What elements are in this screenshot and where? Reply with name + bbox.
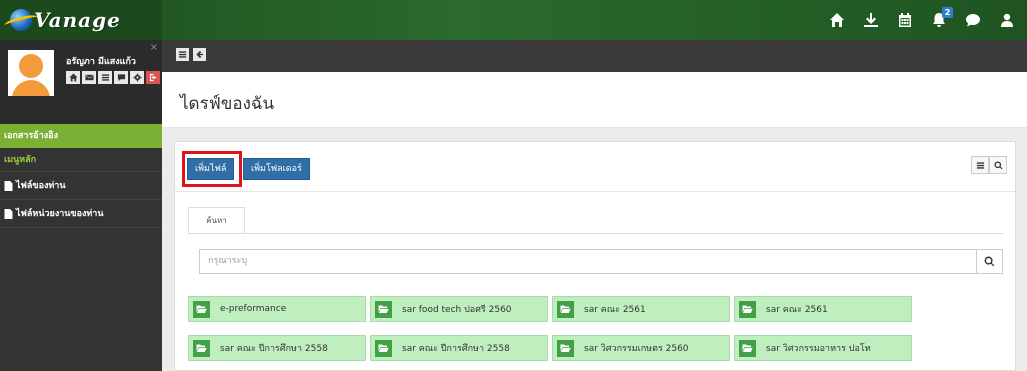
user-tools [66, 71, 162, 84]
menu-toggle-icon[interactable] [176, 48, 189, 61]
calendar-icon[interactable] [895, 10, 915, 30]
folder-name: sar คณะ 2561 [766, 305, 828, 315]
folder-item[interactable]: sar คณะ 2561 [552, 296, 730, 322]
folder-open-icon [557, 339, 574, 357]
folder-name: sar วิศวกรรมอาหาร ปอโท [766, 344, 871, 354]
sidebar-item-label: ไฟล์ของท่าน [16, 180, 66, 191]
list-view-icon[interactable] [971, 156, 989, 174]
page-title: ไดรฟ์ของฉัน [180, 94, 275, 114]
home-icon[interactable] [66, 71, 80, 84]
tab-search[interactable]: ค้นหา [188, 207, 245, 233]
sidebar-item-department-files[interactable]: ไฟล์หน่วยงานของท่าน [0, 200, 162, 228]
notification-badge: 2 [942, 7, 953, 18]
folder-item[interactable]: sar คณะ ปีการศึกษา 2558 [370, 335, 548, 361]
folder-name: sar คณะ ปีการศึกษา 2558 [402, 344, 510, 354]
sidebar-item-my-files[interactable]: ไฟล์ของท่าน [0, 172, 162, 200]
logo-globe-icon [3, 9, 39, 31]
user-profile-box: × อรัญภา มีแสงแก้ว [0, 40, 162, 124]
folder-item[interactable]: e-preformance [188, 296, 366, 322]
folder-open-icon [739, 300, 756, 318]
search-input[interactable]: กรุณาระบุ [199, 249, 977, 274]
mail-icon[interactable] [82, 71, 96, 84]
list-icon[interactable] [98, 71, 112, 84]
drive-panel: เพิ่มไฟล์ เพิ่มโฟลเดอร์ ค้นหา กรุณาระบุ … [174, 141, 1016, 371]
file-icon [4, 180, 13, 191]
comment-icon[interactable] [114, 71, 128, 84]
sidebar-menu-header: เมนูหลัก [0, 148, 162, 172]
folder-open-icon [193, 339, 210, 357]
folder-item[interactable]: sar คณะ ปีการศึกษา 2558 [188, 335, 366, 361]
app-logo[interactable]: Vanage [3, 7, 121, 33]
folder-item[interactable]: sar คณะ 2561 [734, 296, 912, 322]
sidebar: × อรัญภา มีแสงแก้ว เอกสารอ้างอิง เมนูหลั… [0, 40, 162, 371]
folder-name: e-preformance [220, 304, 287, 314]
user-name: อรัญภา มีแสงแก้ว [66, 57, 136, 67]
folder-open-icon [375, 300, 392, 318]
page-header: ไดรฟ์ของฉัน [162, 72, 1027, 128]
top-navbar: Vanage 2 [0, 0, 1027, 40]
folder-item[interactable]: sar วิศวกรรมอาหาร ปอโท [734, 335, 912, 361]
download-icon[interactable] [861, 10, 881, 30]
search-icon [984, 256, 995, 267]
folder-name: sar food tech ปอศรี 2560 [402, 305, 512, 315]
folder-open-icon [375, 339, 392, 357]
highlight-box [182, 151, 242, 187]
sidebar-item-label: ไฟล์หน่วยงานของท่าน [16, 208, 104, 219]
comment-icon[interactable] [963, 10, 983, 30]
logout-icon[interactable] [146, 71, 160, 84]
search-toggle-icon[interactable] [989, 156, 1007, 174]
folder-name: sar วิศวกรรมเกษตร 2560 [584, 344, 689, 354]
search-button[interactable] [976, 249, 1003, 274]
top-icon-bar: 2 [813, 0, 1017, 40]
add-folder-button[interactable]: เพิ่มโฟลเดอร์ [243, 158, 310, 180]
folder-open-icon [557, 300, 574, 318]
folder-name: sar คณะ ปีการศึกษา 2558 [220, 344, 328, 354]
folder-name: sar คณะ 2561 [584, 305, 646, 315]
panel-actions: เพิ่มไฟล์ เพิ่มโฟลเดอร์ [175, 142, 1015, 192]
back-arrow-icon[interactable] [193, 48, 206, 61]
view-toggle-group [971, 156, 1007, 174]
folder-open-icon [739, 339, 756, 357]
sidebar-item-reference-docs[interactable]: เอกสารอ้างอิง [0, 124, 162, 148]
content-toolbar [162, 40, 1027, 72]
user-icon[interactable] [997, 10, 1017, 30]
logo-text: Vanage [34, 8, 121, 32]
file-icon [4, 208, 13, 219]
folder-item[interactable]: sar วิศวกรรมเกษตร 2560 [552, 335, 730, 361]
folder-open-icon [193, 300, 210, 318]
avatar[interactable] [8, 50, 54, 96]
logo-area[interactable]: Vanage [0, 0, 162, 40]
folder-item[interactable]: sar food tech ปอศรี 2560 [370, 296, 548, 322]
bell-icon[interactable]: 2 [929, 7, 953, 30]
gear-icon[interactable] [130, 71, 144, 84]
home-icon[interactable] [827, 10, 847, 30]
tab-divider [188, 233, 1004, 234]
close-icon[interactable]: × [150, 42, 158, 53]
